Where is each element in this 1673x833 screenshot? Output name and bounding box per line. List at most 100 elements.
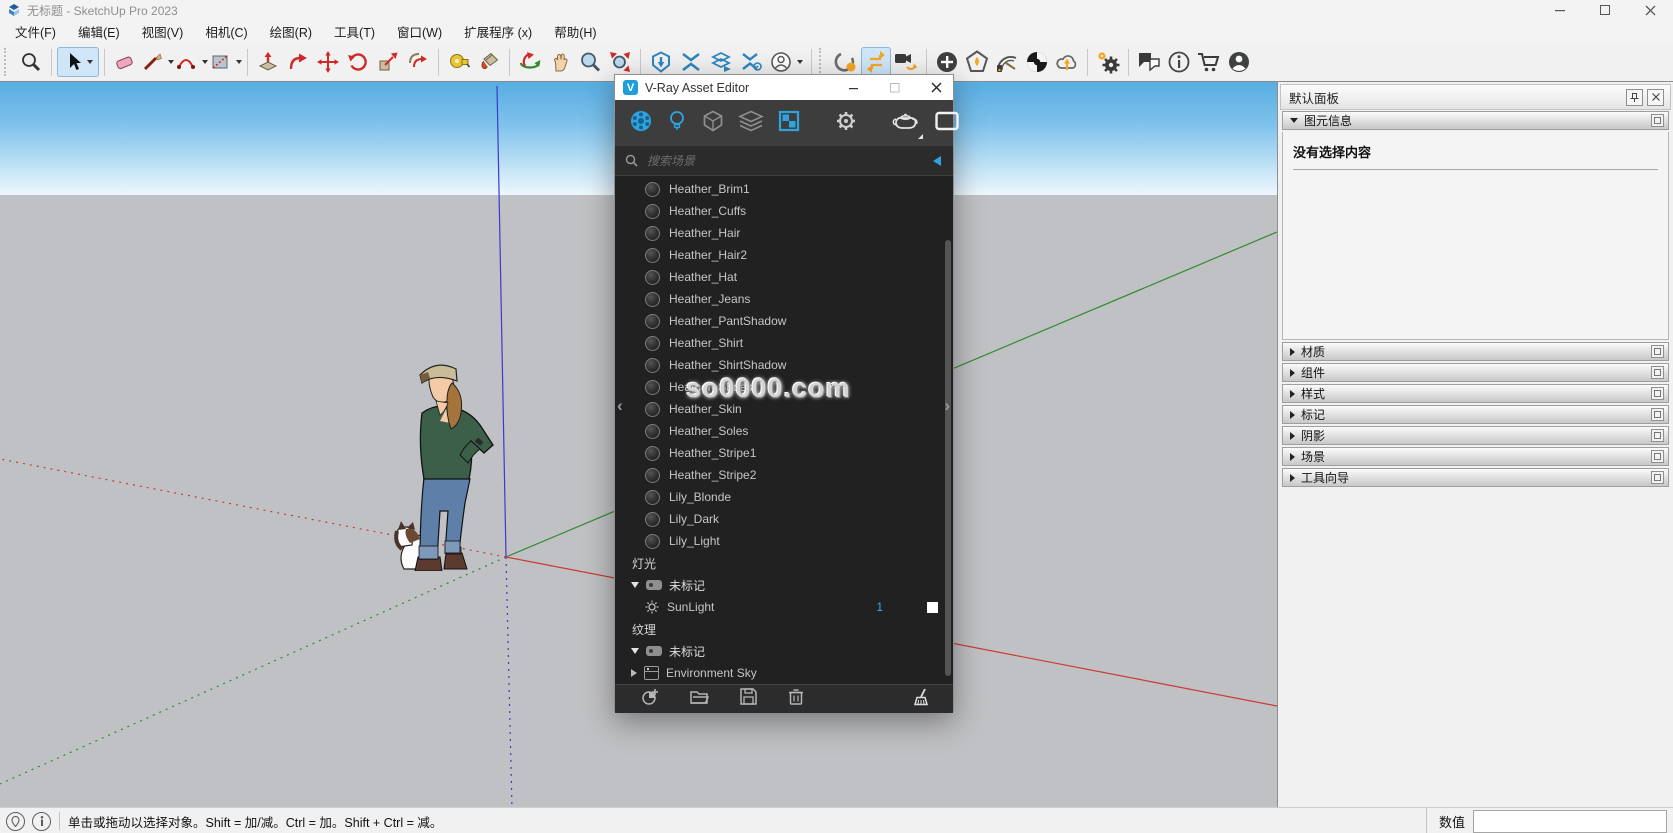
- delete-asset-icon[interactable]: [788, 688, 804, 710]
- vray-maximize-button[interactable]: [878, 75, 912, 100]
- material-list-item[interactable]: Heather_Shirt: [615, 332, 953, 354]
- vray-title-bar[interactable]: V V-Ray Asset Editor: [615, 75, 953, 100]
- publish-cloud-icon[interactable]: [1052, 47, 1082, 77]
- chevron-down-icon[interactable]: [631, 582, 639, 588]
- geolocation-status-icon[interactable]: [6, 812, 25, 831]
- select-tool-icon[interactable]: [57, 47, 99, 77]
- material-list-item[interactable]: Lily_Blonde: [615, 486, 953, 508]
- material-list-item[interactable]: Heather_Hair: [615, 222, 953, 244]
- material-list-item[interactable]: Heather_PantShadow: [615, 310, 953, 332]
- scale-figure-person[interactable]: [360, 331, 540, 571]
- menu-item[interactable]: 帮助(H): [543, 19, 607, 44]
- offset-tool-icon[interactable]: [403, 47, 433, 77]
- sunlight-intensity-value[interactable]: 1: [876, 600, 883, 614]
- close-tray-button[interactable]: [1647, 89, 1664, 106]
- move-tool-icon[interactable]: [313, 47, 343, 77]
- rotate-tool-icon[interactable]: [343, 47, 373, 77]
- line-tool-icon[interactable]: [140, 47, 174, 77]
- lights-untagged-group[interactable]: 未标记: [615, 574, 953, 596]
- extension-manager-icon[interactable]: [1093, 47, 1123, 77]
- sunlight-color-swatch[interactable]: [927, 602, 938, 613]
- follow-me-tool-icon[interactable]: [283, 47, 313, 77]
- feedback-icon[interactable]: [1134, 47, 1164, 77]
- pan-tool-icon[interactable]: [545, 47, 575, 77]
- purge-broom-icon[interactable]: [913, 688, 931, 711]
- zoom-tool-icon[interactable]: [575, 47, 605, 77]
- vray-settings-gear-icon[interactable]: [833, 108, 859, 139]
- sunlight-list-item[interactable]: SunLight 1: [615, 596, 953, 618]
- save-file-icon[interactable]: [740, 688, 757, 710]
- tray-section-header[interactable]: 组件: [1282, 363, 1669, 382]
- tray-detach-button[interactable]: [1651, 114, 1664, 127]
- vray-frame-buffer-icon[interactable]: [934, 109, 960, 138]
- vray-interactive-render-icon[interactable]: [861, 47, 891, 77]
- zoom-window-tool-icon[interactable]: [16, 47, 46, 77]
- material-list-item[interactable]: Heather_Hat: [615, 266, 953, 288]
- tray-section-header[interactable]: 样式: [1282, 384, 1669, 403]
- tray-panel-header[interactable]: 默认面板: [1280, 84, 1671, 110]
- share-model-icon[interactable]: [706, 47, 736, 77]
- exchange-models-icon[interactable]: [676, 47, 706, 77]
- tab-materials-icon[interactable]: [629, 109, 653, 138]
- scene-search-input[interactable]: [645, 153, 924, 169]
- material-list-item[interactable]: Lily_Light: [615, 530, 953, 552]
- maximize-button[interactable]: [1583, 0, 1628, 20]
- paint-bucket-tool-icon[interactable]: [474, 47, 504, 77]
- tray-section-header[interactable]: 标记: [1282, 405, 1669, 424]
- material-list-item[interactable]: Heather_Jeans: [615, 288, 953, 310]
- entity-info-section-header[interactable]: 图元信息: [1282, 111, 1669, 130]
- menu-item[interactable]: 编辑(E): [67, 19, 131, 44]
- material-list-item[interactable]: Heather_Cuffs: [615, 200, 953, 222]
- scale-tool-icon[interactable]: [373, 47, 403, 77]
- vray-render-teapot-icon[interactable]: [891, 108, 921, 139]
- measurements-input[interactable]: [1473, 810, 1667, 833]
- filter-icon[interactable]: [931, 155, 943, 167]
- tray-section-header[interactable]: 材质: [1282, 342, 1669, 361]
- menu-item[interactable]: 绘图(R): [259, 19, 323, 44]
- pin-tray-button[interactable]: [1626, 89, 1643, 106]
- menu-item[interactable]: 文件(F): [4, 19, 67, 44]
- tray-detach-button[interactable]: [1651, 471, 1664, 484]
- scan-essentials-icon[interactable]: [962, 47, 992, 77]
- tray-section-header[interactable]: 工具向导: [1282, 468, 1669, 487]
- list-scrollbar-thumb[interactable]: [945, 240, 951, 676]
- material-resources-icon[interactable]: [992, 47, 1022, 77]
- menu-item[interactable]: 相机(C): [194, 19, 258, 44]
- chevron-right-icon[interactable]: [631, 669, 637, 677]
- rectangle-tool-icon[interactable]: [208, 47, 242, 77]
- zoom-extents-tool-icon[interactable]: [605, 47, 635, 77]
- textures-untagged-group[interactable]: 未标记: [615, 640, 953, 662]
- help-info-icon[interactable]: [1164, 47, 1194, 77]
- add-asset-icon[interactable]: [641, 688, 659, 711]
- material-list-item[interactable]: Lily_Dark: [615, 508, 953, 530]
- tab-lights-icon[interactable]: [666, 109, 688, 138]
- exchange-settings-icon[interactable]: [736, 47, 766, 77]
- material-list-item[interactable]: Heather_Brim1: [615, 178, 953, 200]
- tray-detach-button[interactable]: [1651, 450, 1664, 463]
- add-location-icon[interactable]: [932, 47, 962, 77]
- material-list-item[interactable]: Heather_Stripe1: [615, 442, 953, 464]
- material-list-item[interactable]: Heather_Hair2: [615, 244, 953, 266]
- vray-viewport-render-icon[interactable]: [891, 47, 921, 77]
- flyout-right-chevron[interactable]: ›: [944, 397, 950, 414]
- tray-section-header[interactable]: 场景: [1282, 447, 1669, 466]
- render-dropdown-corner[interactable]: [918, 134, 923, 139]
- flyout-left-chevron[interactable]: ‹: [617, 397, 623, 414]
- select-tool-dropdown[interactable]: [87, 60, 93, 64]
- tray-detach-button[interactable]: [1651, 387, 1664, 400]
- store-cart-icon[interactable]: [1194, 47, 1224, 77]
- vray-minimize-button[interactable]: [837, 75, 871, 100]
- tab-geometry-icon[interactable]: [701, 109, 725, 138]
- credits-info-icon[interactable]: [32, 812, 51, 831]
- menu-item[interactable]: 扩展程序 (x): [453, 19, 543, 44]
- rectangle-tool-dropdown[interactable]: [236, 60, 242, 64]
- open-file-icon[interactable]: [690, 689, 709, 710]
- add-person-icon[interactable]: [766, 47, 806, 77]
- minimize-button[interactable]: [1538, 0, 1583, 20]
- arc-tool-icon[interactable]: [174, 47, 208, 77]
- account-avatar-icon[interactable]: [1224, 47, 1254, 77]
- tray-section-header[interactable]: 阴影: [1282, 426, 1669, 445]
- tray-detach-button[interactable]: [1651, 366, 1664, 379]
- get-models-icon[interactable]: [646, 47, 676, 77]
- tab-textures-icon[interactable]: [777, 109, 801, 138]
